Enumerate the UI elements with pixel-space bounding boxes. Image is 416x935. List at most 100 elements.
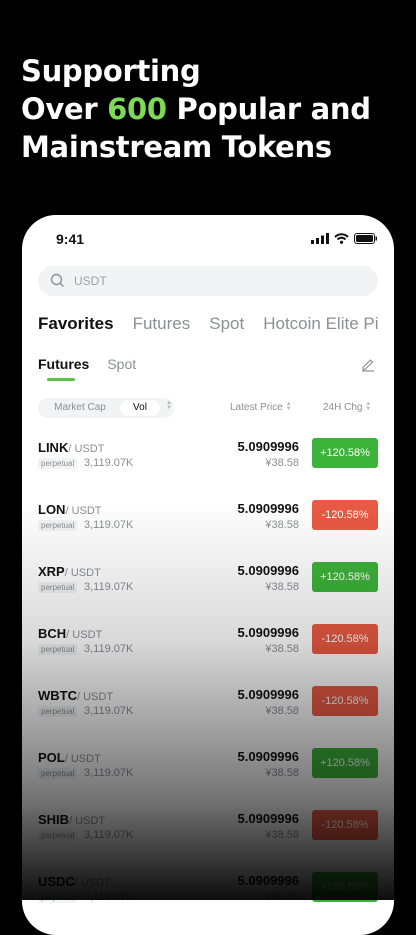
row-symbol: USDC (38, 874, 75, 889)
battery-icon (354, 233, 377, 244)
sub-tabs: Futures Spot (38, 356, 154, 374)
row-symbol: POL (38, 750, 65, 765)
row-symbol: XRP (38, 564, 65, 579)
subtab-spot[interactable]: Spot (107, 356, 136, 372)
row-change-badge[interactable]: +120.58% (312, 562, 378, 592)
perpetual-badge: perpetual (38, 830, 78, 841)
row-volume: 3,119.07K (84, 519, 134, 531)
row-volume: 3,119.07K (84, 891, 134, 903)
phone-screen: 9:41 USDT Favorites Futures Spot Hotcoin El… (22, 215, 394, 935)
row-cny: ¥38.58 (265, 457, 299, 469)
row-change-badge[interactable]: -120.58% (312, 810, 378, 840)
status-icons (311, 233, 378, 244)
status-time: 9:41 (56, 231, 85, 247)
row-quote: / USDT (65, 505, 102, 517)
row-cny: ¥38.58 (265, 643, 299, 655)
row-cny: ¥38.58 (265, 705, 299, 717)
row-price: 5.0909996 (237, 687, 299, 702)
row-change-badge[interactable]: +120.58% (312, 438, 378, 468)
sort-toggle: Market Cap Vol (38, 398, 174, 418)
row-change-badge[interactable]: -120.58% (312, 500, 378, 530)
row-change-badge[interactable]: +120.58% (312, 748, 378, 778)
row-cny: ¥38.58 (265, 767, 299, 779)
headline-highlight: 600 (107, 92, 167, 126)
row-quote: / USDT (68, 443, 105, 455)
perpetual-badge: perpetual (38, 768, 78, 779)
search-icon (50, 273, 64, 287)
row-symbol: LINK (38, 440, 69, 455)
headline-line-2: Over 600 Popular and (21, 90, 371, 128)
edit-icon[interactable] (360, 356, 376, 372)
sort-arrows-icon[interactable]: ▲ ▼ (166, 400, 172, 411)
row-quote: / USDT (69, 815, 106, 827)
market-row-bch[interactable]: BCH/ USDT perpetual 3,119.07K 5.0909996 … (22, 614, 394, 676)
headline-suffix: Popular and (166, 92, 371, 126)
market-list: LINK/ USDT perpetual 3,119.07K 5.0909996… (22, 428, 394, 924)
row-volume: 3,119.07K (84, 643, 134, 655)
row-quote: / USDT (74, 877, 111, 889)
header-latest-price[interactable]: Latest Price ▲ ▼ (230, 401, 292, 413)
active-subtab-indicator (47, 378, 75, 381)
search-input[interactable]: USDT (38, 266, 378, 296)
row-symbol: SHIB (38, 812, 70, 827)
perpetual-badge: perpetual (38, 644, 78, 655)
tab-spot[interactable]: Spot (209, 314, 244, 334)
row-price: 5.0909996 (237, 873, 299, 888)
tab-favorites[interactable]: Favorites (38, 314, 114, 334)
row-quote: / USDT (66, 629, 103, 641)
row-pair: LINK/ USDT (38, 440, 104, 455)
wifi-icon (334, 233, 349, 244)
header-24h-chg[interactable]: 24H Chg ▲ ▼ (323, 401, 372, 413)
headline-line-3: Mainstream Tokens (21, 130, 332, 164)
row-price: 5.0909996 (237, 625, 299, 640)
tab-futures[interactable]: Futures (133, 314, 191, 334)
headline-line-1: Supporting (21, 54, 201, 88)
row-price: 5.0909996 (237, 563, 299, 578)
perpetual-badge: perpetual (38, 520, 78, 531)
header-24h-chg-label: 24H Chg (323, 402, 363, 413)
row-change-badge[interactable]: +120.58% (312, 872, 378, 902)
row-pair: USDC/ USDT (38, 874, 111, 889)
perpetual-badge: perpetual (38, 458, 78, 469)
main-tabs: Favorites Futures Spot Hotcoin Elite Pi (38, 314, 394, 334)
row-symbol: WBTC (38, 688, 77, 703)
market-row-shib[interactable]: SHIB/ USDT perpetual 3,119.07K 5.0909996… (22, 800, 394, 862)
tab-hotcoin-elite[interactable]: Hotcoin Elite Pi (263, 314, 378, 334)
row-volume: 3,119.07K (84, 705, 134, 717)
row-cny: ¥38.58 (265, 581, 299, 593)
perpetual-badge: perpetual (38, 706, 78, 717)
market-row-xrp[interactable]: XRP/ USDT perpetual 3,119.07K 5.0909996 … (22, 552, 394, 614)
row-price: 5.0909996 (237, 811, 299, 826)
header-latest-price-label: Latest Price (230, 402, 283, 413)
row-change-badge[interactable]: -120.58% (312, 624, 378, 654)
sort-market-cap[interactable]: Market Cap (40, 398, 120, 418)
headline-prefix: Over (21, 92, 108, 126)
row-pair: WBTC/ USDT (38, 688, 113, 703)
row-pair: XRP/ USDT (38, 564, 101, 579)
search-placeholder: USDT (74, 274, 107, 288)
row-pair: POL/ USDT (38, 750, 101, 765)
row-change-badge[interactable]: -120.58% (312, 686, 378, 716)
subtab-futures[interactable]: Futures (38, 356, 89, 372)
row-cny: ¥38.58 (265, 519, 299, 531)
sort-arrows-icon: ▲ ▼ (365, 401, 372, 413)
row-volume: 3,119.07K (84, 581, 134, 593)
market-row-link[interactable]: LINK/ USDT perpetual 3,119.07K 5.0909996… (22, 428, 394, 490)
row-quote: / USDT (77, 691, 114, 703)
sort-vol[interactable]: Vol (120, 400, 160, 416)
row-cny: ¥38.58 (265, 891, 299, 903)
status-bar: 9:41 (22, 215, 394, 265)
signal-icon (311, 233, 329, 244)
perpetual-badge: perpetual (38, 582, 78, 593)
row-symbol: BCH (38, 626, 67, 641)
market-row-lon[interactable]: LON/ USDT perpetual 3,119.07K 5.0909996 … (22, 490, 394, 552)
row-volume: 3,119.07K (84, 829, 134, 841)
row-pair: SHIB/ USDT (38, 812, 105, 827)
row-volume: 3,119.07K (84, 767, 134, 779)
market-row-pol[interactable]: POL/ USDT perpetual 3,119.07K 5.0909996 … (22, 738, 394, 800)
market-row-wbtc[interactable]: WBTC/ USDT perpetual 3,119.07K 5.0909996… (22, 676, 394, 738)
market-row-usdc[interactable]: USDC/ USDT perpetual 3,119.07K 5.0909996… (22, 862, 394, 924)
row-quote: / USDT (64, 567, 101, 579)
row-quote: / USDT (64, 753, 101, 765)
sort-arrows-icon: ▲ ▼ (285, 401, 292, 413)
